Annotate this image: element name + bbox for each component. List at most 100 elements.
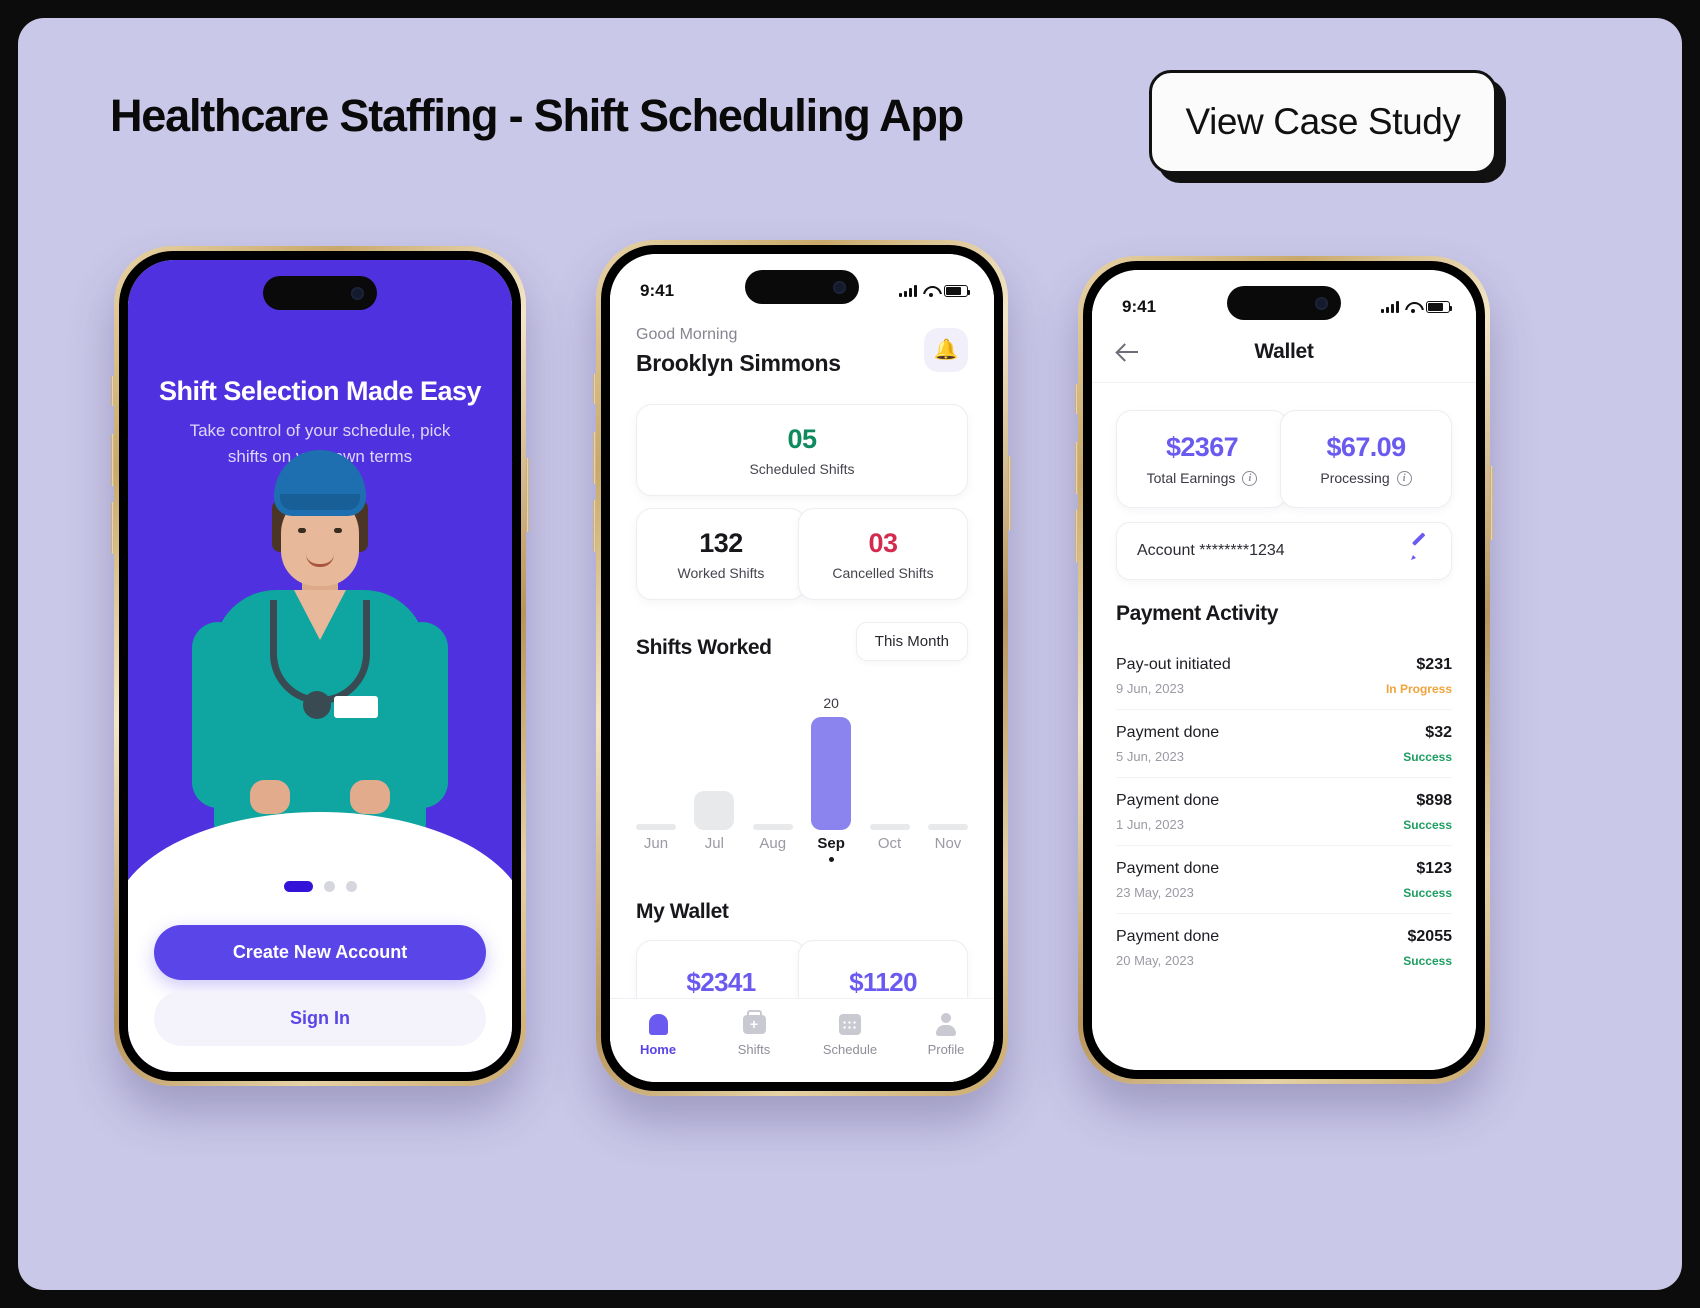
chart-x-label[interactable]: Sep <box>811 835 851 852</box>
status-indicators <box>1381 301 1452 313</box>
payment-activity-row[interactable]: Payment done 23 May, 2023 $123 Success <box>1116 846 1452 914</box>
chart-bar[interactable] <box>811 717 852 830</box>
status-badge: Success <box>1403 750 1452 764</box>
pagination-dot-3[interactable] <box>345 881 357 892</box>
earnings-card-processing[interactable]: $67.09 Processing i <box>1280 410 1452 508</box>
screenshot-stage: Healthcare Staffing - Shift Scheduling A… <box>0 0 1700 1308</box>
chart-x-label[interactable]: Jun <box>636 835 676 852</box>
greeting-text: Good Morning <box>636 326 738 343</box>
period-selector[interactable]: This Month <box>855 622 968 661</box>
payment-activity-row[interactable]: Payment done 1 Jun, 2023 $898 Success <box>1116 778 1452 846</box>
earnings-amount: $2367 <box>1165 432 1239 462</box>
id-badge <box>334 696 378 718</box>
onboarding-title: Shift Selection Made Easy <box>158 376 482 406</box>
earnings-label: Total Earnings <box>1146 470 1236 486</box>
payment-activity-row[interactable]: Pay-out initiated 9 Jun, 2023 $231 In Progr… <box>1116 642 1452 710</box>
payment-info: Payment done 1 Jun, 2023 <box>1116 792 1219 832</box>
power-button <box>1008 456 1011 530</box>
chart-bar-column[interactable] <box>694 791 735 830</box>
chart-bar-column[interactable] <box>869 824 910 830</box>
stat-value: 132 <box>699 527 743 558</box>
account-row[interactable]: Account ********1234 <box>1116 522 1452 580</box>
earnings-card-total[interactable]: $2367 Total Earnings i <box>1116 410 1288 508</box>
status-time: 9:41 <box>1122 297 1157 316</box>
wifi-icon <box>923 286 938 297</box>
chart-bar[interactable] <box>694 791 735 830</box>
tab-shifts[interactable]: Shifts <box>714 1009 794 1057</box>
tab-label: Schedule <box>822 1042 878 1057</box>
chart-bar-column[interactable] <box>927 824 968 830</box>
chart-label-wrap: Oct <box>870 835 910 862</box>
phone-wallet: 9:41 Wallet $2367 Total Earnings i $67.0… <box>1075 256 1493 1084</box>
home-screen: 9:41 Good Morning Brooklyn Simmons 🔔 05 <box>610 254 994 1082</box>
front-camera-icon <box>351 286 364 300</box>
tab-home[interactable]: Home <box>618 1011 698 1057</box>
eye-right <box>334 528 342 533</box>
info-icon[interactable]: i <box>1396 470 1412 486</box>
my-wallet-title: My Wallet <box>636 900 729 923</box>
chart-bar-column[interactable] <box>752 824 793 830</box>
pencil-icon[interactable] <box>1409 540 1431 562</box>
poster-canvas: Healthcare Staffing - Shift Scheduling A… <box>18 18 1682 1290</box>
onboarding-screen: Shift Selection Made Easy Take control o… <box>128 260 512 1072</box>
payment-title: Pay-out initiated <box>1116 656 1231 673</box>
chart-bar[interactable] <box>869 824 910 830</box>
payment-activity-row[interactable]: Payment done 20 May, 2023 $2055 Success <box>1116 914 1452 981</box>
payment-info: Pay-out initiated 9 Jun, 2023 <box>1116 656 1231 696</box>
phone-bezel: 9:41 Wallet $2367 Total Earnings i $67.0… <box>1083 261 1485 1079</box>
chart-x-axis-labels: Jun Jul Aug Sep Oct Nov <box>636 835 968 862</box>
cellular-signal-icon <box>899 285 917 297</box>
pagination-dot-1[interactable] <box>283 881 313 892</box>
sign-in-button[interactable]: Sign In <box>154 991 486 1046</box>
chart-x-label[interactable]: Aug <box>753 835 793 852</box>
phone-bezel: Shift Selection Made Easy Take control o… <box>119 251 521 1081</box>
payment-activity-row[interactable]: Payment done 5 Jun, 2023 $32 Success <box>1116 710 1452 778</box>
surgical-cap <box>274 450 366 516</box>
payment-amount: $898 <box>1416 792 1452 809</box>
earnings-label: Processing <box>1320 470 1390 486</box>
chart-bars: 20 <box>636 695 968 830</box>
mute-switch <box>111 376 114 406</box>
volume-down-button <box>111 502 114 554</box>
chart-x-label[interactable]: Nov <box>928 835 968 852</box>
pagination-dot-2[interactable] <box>323 881 335 892</box>
earnings-amount: $67.09 <box>1326 432 1407 462</box>
tab-label: Profile <box>927 1042 965 1057</box>
tab-profile[interactable]: Profile <box>906 1011 986 1057</box>
payment-amount-status: $32 Success <box>1403 724 1452 764</box>
chart-label-wrap: Aug <box>753 835 793 862</box>
chart-bar[interactable] <box>752 824 793 830</box>
notification-bell-button[interactable]: 🔔 <box>924 328 968 372</box>
hand-left <box>250 780 290 814</box>
status-badge: Success <box>1403 818 1452 832</box>
dynamic-island <box>1227 286 1341 320</box>
phone-home-dashboard: 9:41 Good Morning Brooklyn Simmons 🔔 05 <box>593 240 1011 1096</box>
chart-bar-column[interactable] <box>636 824 676 830</box>
create-new-account-button[interactable]: Create New Account <box>154 925 486 980</box>
wallet-header: Wallet <box>1092 328 1476 376</box>
stat-card-cancelled[interactable]: 03 Cancelled Shifts <box>798 508 968 600</box>
chart-bar[interactable] <box>927 824 968 830</box>
stat-label: Scheduled Shifts <box>749 460 855 477</box>
pagination-dots[interactable] <box>128 881 512 892</box>
chart-bar[interactable] <box>636 824 676 830</box>
payment-info: Payment done 23 May, 2023 <box>1116 860 1219 900</box>
info-icon[interactable]: i <box>1242 470 1258 486</box>
stat-card-worked[interactable]: 132 Worked Shifts <box>636 508 806 600</box>
chart-label-wrap: Jul <box>694 835 734 862</box>
payment-activity-title: Payment Activity <box>1116 602 1279 625</box>
chart-x-label[interactable]: Oct <box>870 835 910 852</box>
phone-bezel: 9:41 Good Morning Brooklyn Simmons 🔔 05 <box>601 245 1003 1091</box>
tab-schedule[interactable]: Schedule <box>810 1011 890 1057</box>
chart-x-label[interactable]: Jul <box>694 835 734 852</box>
stat-card-scheduled[interactable]: 05 Scheduled Shifts <box>636 404 968 496</box>
page-title: Healthcare Staffing - Shift Scheduling A… <box>110 90 964 141</box>
status-time: 9:41 <box>640 281 675 300</box>
shifts-worked-title: Shifts Worked <box>636 636 772 659</box>
home-content: Good Morning Brooklyn Simmons 🔔 05 Sched… <box>610 254 994 1082</box>
power-button <box>1490 466 1493 540</box>
stat-label: Worked Shifts <box>677 564 765 581</box>
chart-bar-column[interactable]: 20 <box>811 695 852 830</box>
chart-label-wrap: Nov <box>928 835 968 862</box>
view-case-study-button[interactable]: View Case Study <box>1149 70 1497 174</box>
